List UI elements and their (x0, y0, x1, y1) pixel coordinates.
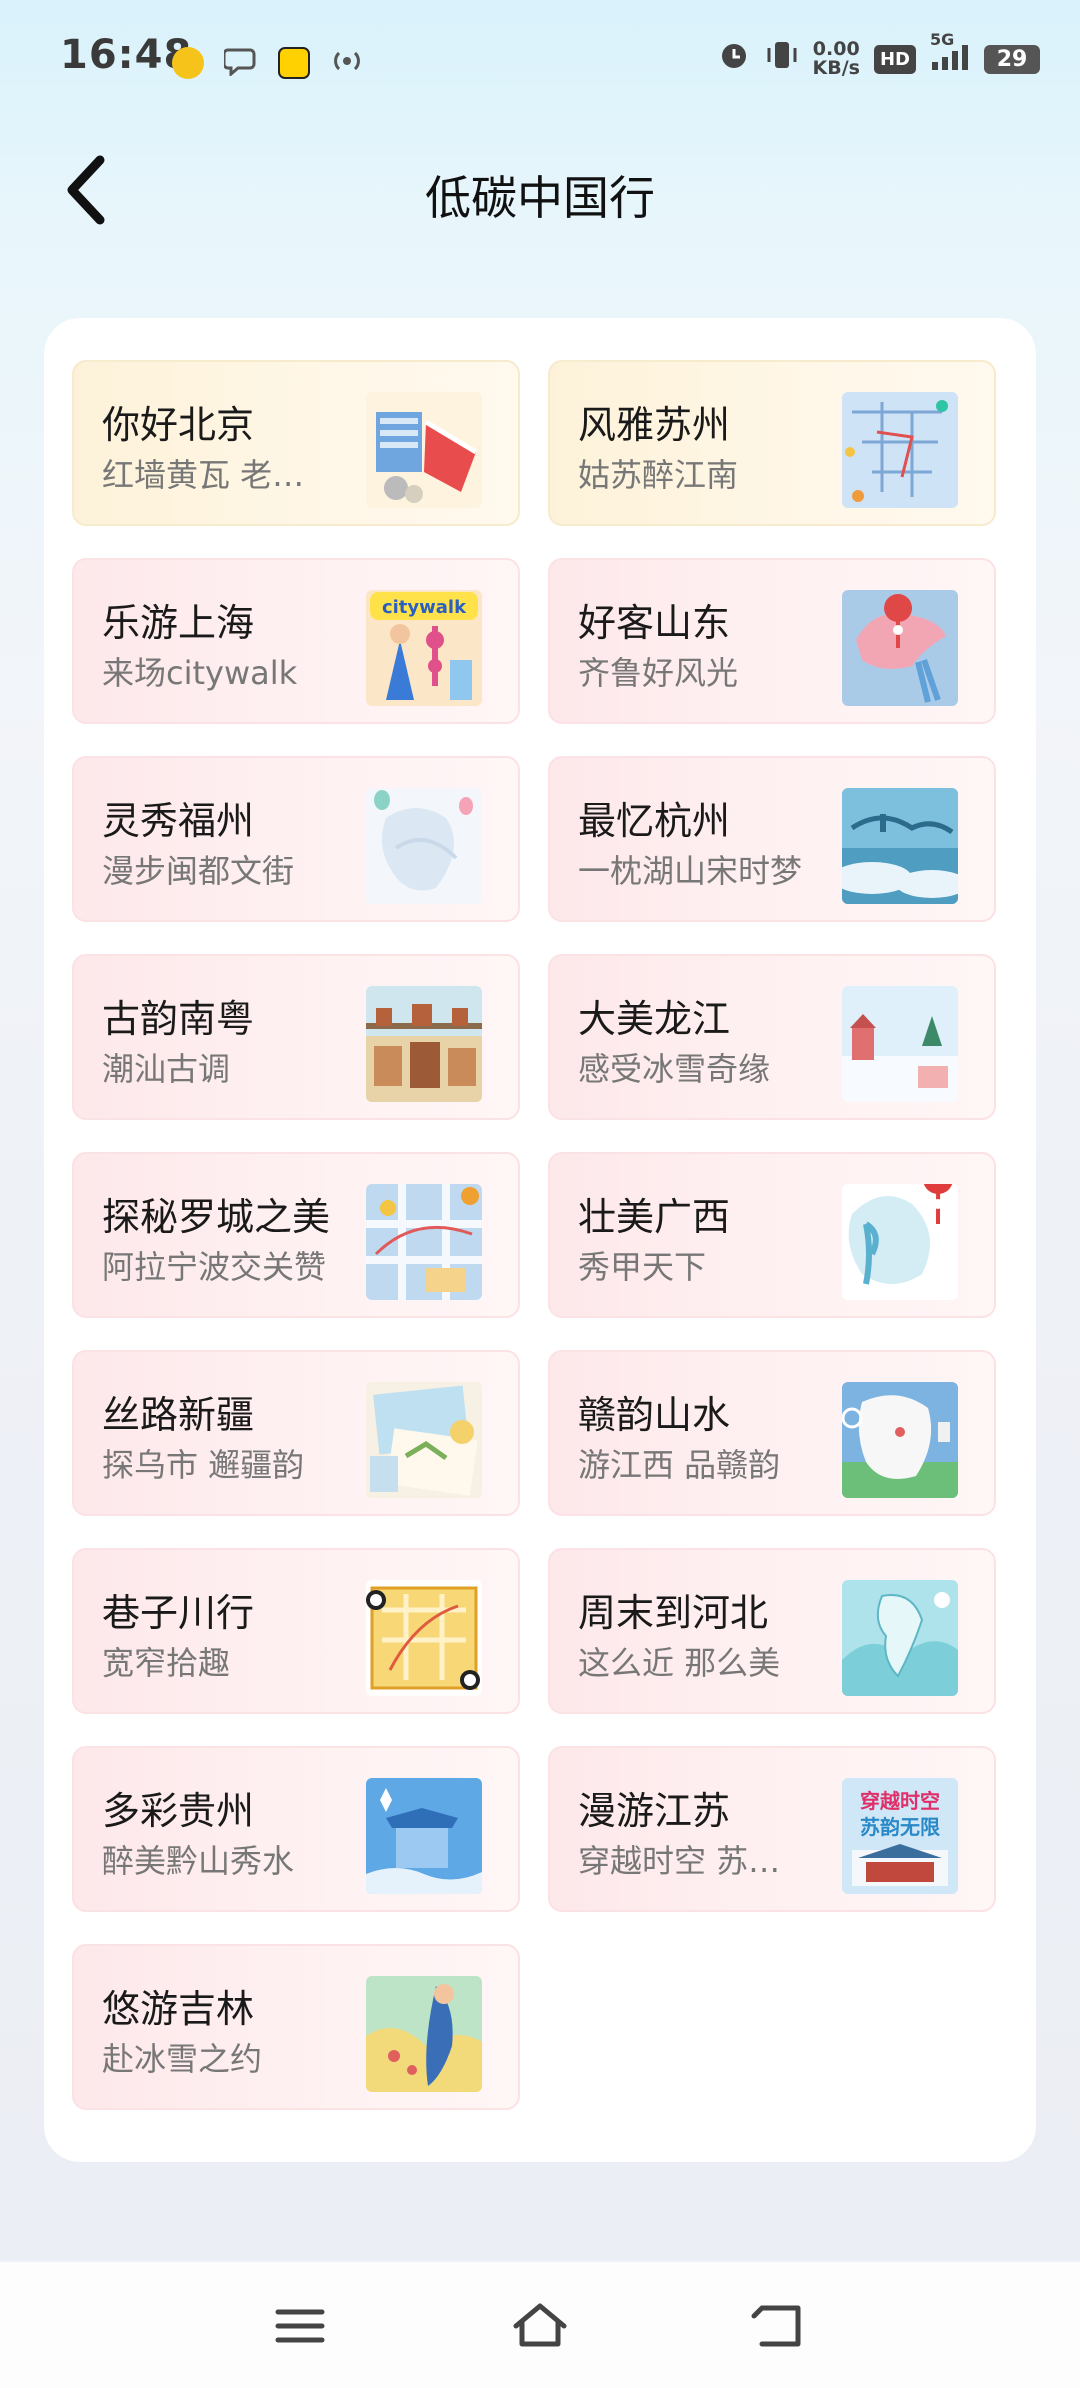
card-subtitle: 阿拉宁波交关赞 (102, 1248, 327, 1286)
card-title: 好客山东 (578, 601, 731, 645)
card-shanghai[interactable]: 乐游上海 来场citywalk citywalk (72, 558, 520, 724)
destinations-panel: 你好北京 红墙黄瓦 老… 风雅苏州 姑苏醉江南 乐游上海 来场citywalk … (44, 318, 1036, 2162)
card-subtitle: 姑苏醉江南 (578, 456, 739, 494)
sichuan-thumbnail (366, 1580, 482, 1696)
svg-text:穿越时空: 穿越时空 (860, 1789, 940, 1813)
card-hangzhou[interactable]: 最忆杭州 一枕湖山宋时梦 (548, 756, 996, 922)
card-jiangsu[interactable]: 漫游江苏 穿越时空 苏… 穿越时空 苏韵无限 (548, 1746, 996, 1912)
hotspot-icon (330, 40, 364, 86)
card-subtitle: 赴冰雪之约 (102, 2040, 263, 2078)
app-notification-icon (172, 47, 204, 79)
xinjiang-thumbnail (366, 1382, 482, 1498)
guangxi-thumbnail (842, 1184, 958, 1300)
card-subtitle: 秀甲天下 (578, 1248, 707, 1286)
card-title: 古韵南粤 (102, 997, 255, 1041)
card-title: 悠游吉林 (102, 1987, 255, 2031)
card-subtitle: 一枕湖山宋时梦 (578, 852, 803, 890)
card-subtitle: 这么近 那么美 (578, 1644, 781, 1682)
card-title: 你好北京 (102, 403, 255, 447)
svg-text:citywalk: citywalk (382, 597, 467, 618)
card-sichuan[interactable]: 巷子川行 宽窄拾趣 (72, 1548, 520, 1714)
card-beijing[interactable]: 你好北京 红墙黄瓦 老… (72, 360, 520, 526)
card-subtitle: 红墙黄瓦 老… (102, 456, 305, 494)
network-speed: 0.00 KB/s (812, 38, 860, 79)
card-title: 赣韵山水 (578, 1393, 731, 1437)
card-title: 漫游江苏 (578, 1789, 731, 1833)
card-subtitle: 感受冰雪奇缘 (578, 1050, 771, 1088)
jilin-thumbnail (366, 1976, 482, 2092)
system-nav-bar (0, 2262, 1080, 2388)
ningbo-thumbnail (366, 1184, 482, 1300)
suzhou-thumbnail (842, 392, 958, 508)
card-title: 风雅苏州 (578, 403, 731, 447)
card-title: 乐游上海 (102, 601, 255, 645)
home-icon (513, 2303, 567, 2347)
card-subtitle: 潮汕古调 (102, 1050, 231, 1088)
card-subtitle: 醉美黔山秀水 (102, 1842, 295, 1880)
card-subtitle: 穿越时空 苏… (578, 1842, 781, 1880)
notification-icons (172, 40, 364, 86)
card-jilin[interactable]: 悠游吉林 赴冰雪之约 (72, 1944, 520, 2110)
meituan-icon (278, 47, 310, 79)
back-nav-button[interactable] (750, 2298, 810, 2354)
card-title: 周末到河北 (578, 1591, 769, 1635)
chat-bubble-icon (222, 40, 258, 86)
fuzhou-thumbnail (366, 788, 482, 904)
card-subtitle: 漫步闽都文街 (102, 852, 295, 890)
card-title: 探秘罗城之美 (102, 1195, 331, 1239)
card-title: 巷子川行 (102, 1591, 255, 1635)
card-nanyue[interactable]: 古韵南粤 潮汕古调 (72, 954, 520, 1120)
page-header: 低碳中国行 (0, 130, 1080, 250)
card-title: 壮美广西 (578, 1195, 731, 1239)
card-subtitle: 宽窄拾趣 (102, 1644, 231, 1682)
card-title: 灵秀福州 (102, 799, 255, 843)
card-guizhou[interactable]: 多彩贵州 醉美黔山秀水 (72, 1746, 520, 1912)
card-ningbo[interactable]: 探秘罗城之美 阿拉宁波交关赞 (72, 1152, 520, 1318)
alarm-icon (717, 36, 751, 82)
card-suzhou[interactable]: 风雅苏州 姑苏醉江南 (548, 360, 996, 526)
page-title: 低碳中国行 (425, 172, 655, 224)
signal-icon: 5G (930, 30, 970, 77)
hd-badge: HD (873, 44, 916, 74)
vibrate-icon (765, 36, 799, 82)
card-subtitle: 游江西 品赣韵 (578, 1446, 781, 1484)
home-button[interactable] (510, 2298, 570, 2354)
card-subtitle: 齐鲁好风光 (578, 654, 739, 692)
svg-text:苏韵无限: 苏韵无限 (860, 1815, 940, 1839)
card-title: 大美龙江 (578, 997, 731, 1041)
menu-button[interactable] (270, 2298, 330, 2354)
shandong-thumbnail (842, 590, 958, 706)
beijing-thumbnail (366, 392, 482, 508)
card-title: 最忆杭州 (578, 799, 731, 843)
card-fuzhou[interactable]: 灵秀福州 漫步闽都文街 (72, 756, 520, 922)
battery-indicator: 29 (984, 44, 1040, 74)
card-jiangxi[interactable]: 赣韵山水 游江西 品赣韵 (548, 1350, 996, 1516)
card-title: 丝路新疆 (102, 1393, 255, 1437)
card-hebei[interactable]: 周末到河北 这么近 那么美 (548, 1548, 996, 1714)
nanyue-thumbnail (366, 986, 482, 1102)
card-shandong[interactable]: 好客山东 齐鲁好风光 (548, 558, 996, 724)
shanghai-thumbnail: citywalk (366, 590, 482, 706)
card-xinjiang[interactable]: 丝路新疆 探乌市 邂疆韵 (72, 1350, 520, 1516)
card-subtitle: 探乌市 邂疆韵 (102, 1446, 305, 1484)
guizhou-thumbnail (366, 1778, 482, 1894)
jiangxi-thumbnail (842, 1382, 958, 1498)
system-status-icons: 0.00 KB/s HD 5G 29 (717, 30, 1040, 82)
jiangsu-thumbnail: 穿越时空 苏韵无限 (842, 1778, 958, 1894)
card-longjiang[interactable]: 大美龙江 感受冰雪奇缘 (548, 954, 996, 1120)
hebei-thumbnail (842, 1580, 958, 1696)
card-guangxi[interactable]: 壮美广西 秀甲天下 (548, 1152, 996, 1318)
card-title: 多彩贵州 (102, 1789, 255, 1833)
longjiang-thumbnail (842, 986, 958, 1102)
card-subtitle: 来场citywalk (102, 654, 298, 692)
status-bar: 16:48 0.00 KB/s HD 5G 29 (0, 0, 1080, 110)
hangzhou-thumbnail (842, 788, 958, 904)
menu-icon (275, 2309, 325, 2343)
back-icon (751, 2305, 801, 2347)
